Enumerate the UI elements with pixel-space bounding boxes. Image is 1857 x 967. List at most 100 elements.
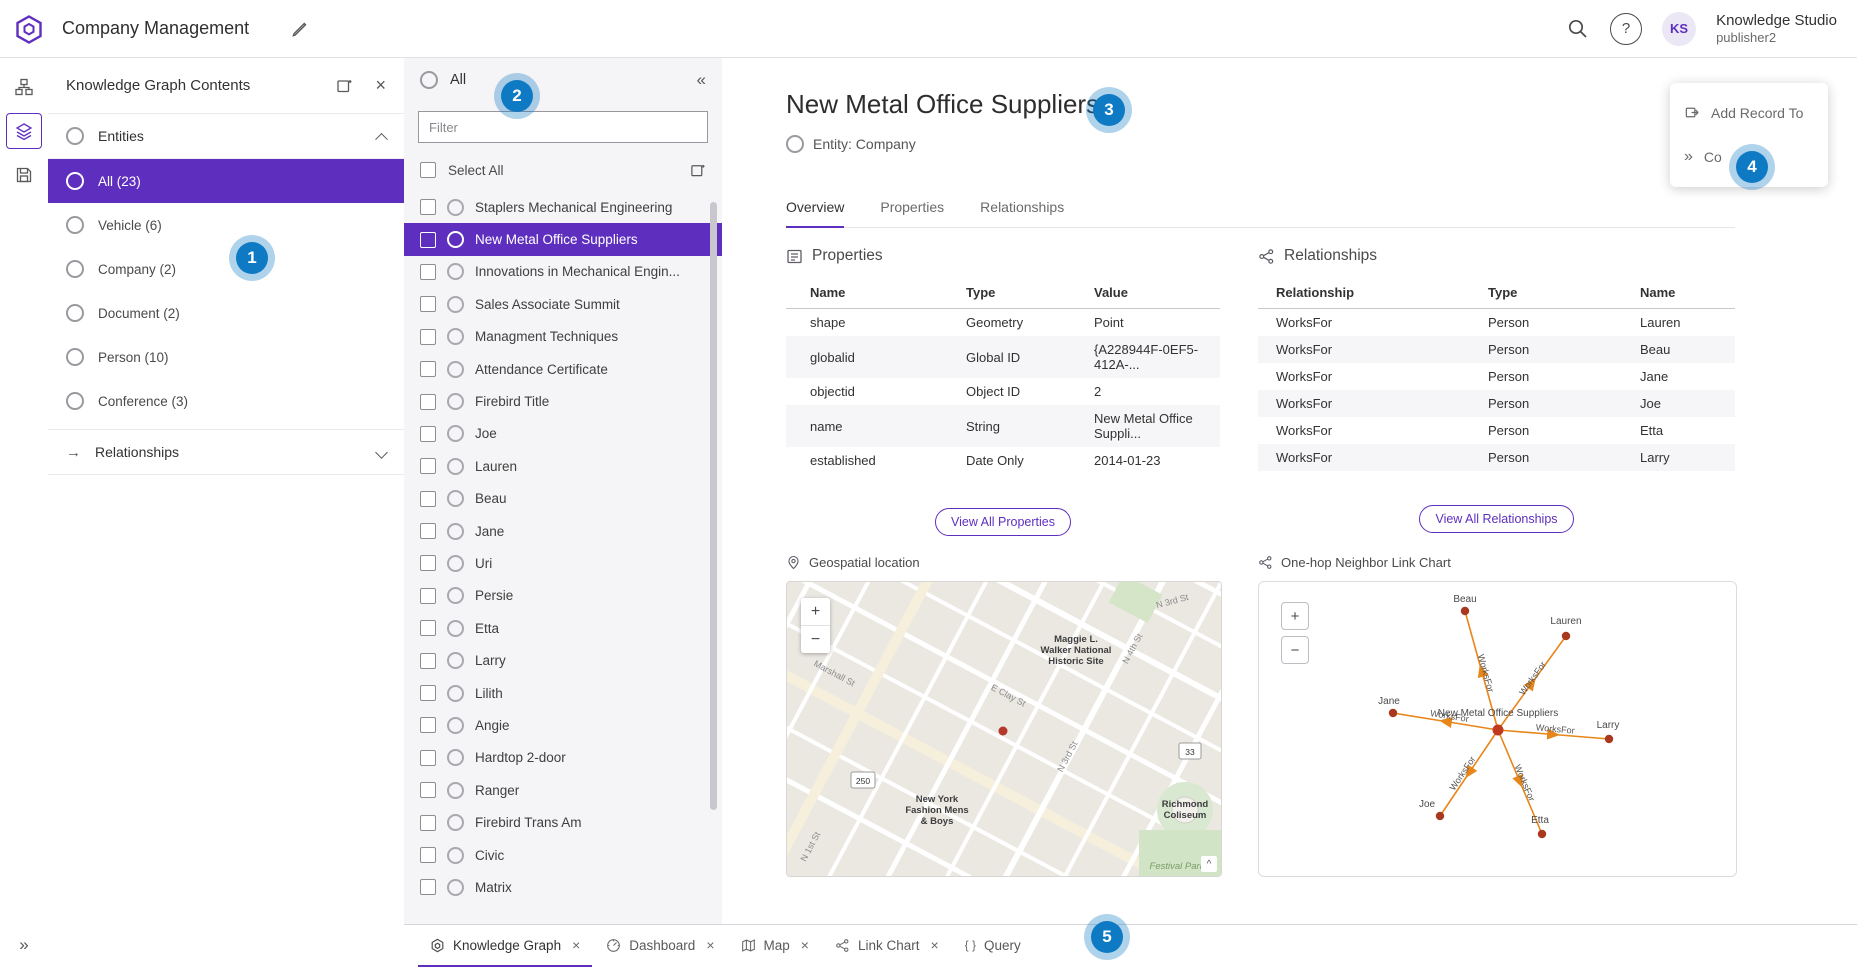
- item-checkbox[interactable]: [420, 620, 436, 636]
- add-to-list-icon[interactable]: [336, 77, 353, 94]
- contents-item-document[interactable]: Document (2): [48, 291, 404, 335]
- contents-item-conference[interactable]: Conference (3): [48, 379, 404, 423]
- item-checkbox[interactable]: [420, 329, 436, 345]
- filter-input[interactable]: [418, 111, 708, 143]
- avatar[interactable]: KS: [1662, 12, 1696, 46]
- item-checkbox[interactable]: [420, 361, 436, 377]
- item-checkbox[interactable]: [420, 296, 436, 312]
- list-item[interactable]: Persie: [404, 580, 722, 612]
- entity-link[interactable]: Larry: [1632, 444, 1735, 471]
- tab-query[interactable]: { } Query: [953, 925, 1033, 967]
- item-checkbox[interactable]: [420, 685, 436, 701]
- zoom-out-button[interactable]: −: [801, 626, 830, 653]
- list-item[interactable]: Civic: [404, 839, 722, 871]
- close-tab-icon[interactable]: ×: [930, 937, 938, 953]
- relationship-link[interactable]: WorksFor: [1258, 444, 1480, 471]
- entity-link[interactable]: Joe: [1632, 390, 1735, 417]
- list-item[interactable]: Joe: [404, 418, 722, 450]
- list-item[interactable]: Lilith: [404, 677, 722, 709]
- tab-map[interactable]: Map ×: [729, 925, 821, 967]
- entity-link[interactable]: Lauren: [1632, 309, 1735, 337]
- help-icon[interactable]: ?: [1610, 13, 1642, 45]
- graph-node[interactable]: [1436, 812, 1444, 820]
- relationship-link[interactable]: WorksFor: [1258, 417, 1480, 444]
- tab-overview[interactable]: Overview: [786, 191, 844, 228]
- relationships-section-header[interactable]: → Relationships: [48, 429, 404, 475]
- item-checkbox[interactable]: [420, 815, 436, 831]
- list-item[interactable]: Hardtop 2-door: [404, 742, 722, 774]
- link-chart-widget[interactable]: WorksFor WorksFor WorksFor WorksFor Work…: [1258, 581, 1737, 877]
- tab-properties[interactable]: Properties: [880, 191, 944, 228]
- list-item[interactable]: Firebird Trans Am: [404, 806, 722, 838]
- relationship-link[interactable]: WorksFor: [1258, 309, 1480, 337]
- item-checkbox[interactable]: [420, 458, 436, 474]
- list-item-selected[interactable]: New Metal Office Suppliers: [404, 223, 722, 255]
- zoom-out-button[interactable]: −: [1281, 636, 1309, 664]
- record-location-marker[interactable]: [999, 727, 1008, 736]
- item-checkbox[interactable]: [420, 717, 436, 733]
- relationship-link[interactable]: WorksFor: [1258, 336, 1480, 363]
- item-checkbox[interactable]: [420, 653, 436, 669]
- graph-node-center[interactable]: [1493, 725, 1504, 736]
- tab-relationships[interactable]: Relationships: [980, 191, 1064, 228]
- select-all-row[interactable]: Select All: [404, 155, 722, 185]
- tab-dashboard[interactable]: Dashboard ×: [594, 925, 726, 967]
- list-item[interactable]: Firebird Title: [404, 385, 722, 417]
- item-checkbox[interactable]: [420, 264, 436, 280]
- view-all-properties-button[interactable]: View All Properties: [935, 508, 1071, 536]
- save-icon[interactable]: [6, 157, 42, 193]
- zoom-in-button[interactable]: +: [1281, 602, 1309, 630]
- item-checkbox[interactable]: [420, 394, 436, 410]
- entities-section-header[interactable]: Entities: [48, 114, 404, 159]
- user-block[interactable]: Knowledge Studio publisher2: [1716, 12, 1837, 46]
- list-item[interactable]: Larry: [404, 644, 722, 676]
- item-checkbox[interactable]: [420, 847, 436, 863]
- close-panel-icon[interactable]: ×: [375, 75, 386, 96]
- view-all-relationships-button[interactable]: View All Relationships: [1419, 505, 1573, 533]
- menu-item-add-record-to[interactable]: Add Record To: [1670, 91, 1828, 135]
- list-item[interactable]: Angie: [404, 709, 722, 741]
- close-tab-icon[interactable]: ×: [801, 937, 809, 953]
- item-checkbox[interactable]: [420, 879, 436, 895]
- scrollbar-thumb[interactable]: [710, 202, 717, 810]
- graph-node[interactable]: [1605, 735, 1613, 743]
- contents-item-person[interactable]: Person (10): [48, 335, 404, 379]
- attribution-expander[interactable]: ^: [1201, 856, 1217, 872]
- list-item[interactable]: Jane: [404, 515, 722, 547]
- tab-link-chart[interactable]: Link Chart ×: [823, 925, 951, 967]
- chevron-down-icon[interactable]: [375, 446, 388, 459]
- list-item[interactable]: Managment Techniques: [404, 321, 722, 353]
- tab-knowledge-graph[interactable]: Knowledge Graph ×: [418, 925, 592, 967]
- graph-node[interactable]: [1562, 632, 1570, 640]
- item-checkbox[interactable]: [420, 491, 436, 507]
- entity-link[interactable]: Jane: [1632, 363, 1735, 390]
- item-checkbox[interactable]: [420, 750, 436, 766]
- contents-item-vehicle[interactable]: Vehicle (6): [48, 203, 404, 247]
- list-item[interactable]: Ranger: [404, 774, 722, 806]
- link-chart-canvas[interactable]: WorksFor WorksFor WorksFor WorksFor Work…: [1259, 582, 1736, 876]
- data-model-icon[interactable]: [6, 69, 42, 105]
- item-checkbox[interactable]: [420, 782, 436, 798]
- item-checkbox[interactable]: [420, 555, 436, 571]
- list-item[interactable]: Lauren: [404, 450, 722, 482]
- list-item[interactable]: Matrix: [404, 871, 722, 903]
- relationship-link[interactable]: WorksFor: [1258, 390, 1480, 417]
- map-widget[interactable]: N 3rd St Maggie L. Walker National Histo…: [786, 581, 1222, 877]
- graph-node[interactable]: [1461, 607, 1469, 615]
- item-checkbox[interactable]: [420, 523, 436, 539]
- graph-node[interactable]: [1538, 830, 1546, 838]
- entity-link[interactable]: Beau: [1632, 336, 1735, 363]
- contents-item-company[interactable]: Company (2): [48, 247, 404, 291]
- close-tab-icon[interactable]: ×: [706, 937, 714, 953]
- search-icon[interactable]: [1566, 17, 1590, 41]
- expand-rail-icon[interactable]: »: [0, 935, 48, 955]
- edit-title-icon[interactable]: [291, 20, 308, 37]
- entity-link[interactable]: Etta: [1632, 417, 1735, 444]
- add-to-list-icon[interactable]: [690, 162, 706, 178]
- map-canvas[interactable]: N 3rd St Maggie L. Walker National Histo…: [787, 582, 1221, 876]
- app-logo-icon[interactable]: [14, 14, 44, 44]
- contents-item-all[interactable]: All (23): [48, 159, 404, 203]
- chevron-up-icon[interactable]: [375, 132, 388, 145]
- close-tab-icon[interactable]: ×: [572, 937, 580, 953]
- list-item[interactable]: Etta: [404, 612, 722, 644]
